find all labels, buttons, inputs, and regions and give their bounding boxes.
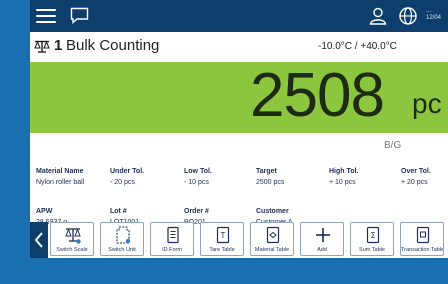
material-table-button[interactable]: Material Table [250,222,294,256]
target-label: Target [256,168,277,175]
transaction-table-icon [416,226,430,244]
unit-icon [116,226,131,244]
apw-label: APW [36,208,53,215]
scale-number: 1 [54,37,63,54]
clock-time: ... [426,8,432,14]
balance-scale-icon [34,40,50,53]
id-form-button[interactable]: ID Form [150,222,194,256]
id-form-label: ID Form [162,247,182,253]
bottom-frame [30,258,448,284]
customer-label: Customer [256,208,289,215]
tare-table-label: Tare Table [209,247,235,253]
switch-scale-button[interactable]: Switch Scale [50,222,94,256]
temperature-range: -10.0°C / +40.0°C [318,41,397,52]
weight-value: 2508 [250,62,385,130]
transaction-table-button[interactable]: Transaction Table [400,222,444,256]
top-bar: ... 12/04 [30,0,448,32]
plus-icon [316,228,330,242]
weight-unit: pc [412,88,442,119]
clock-date: 12/04 [426,15,442,21]
material-name-value: Nylon roller ball [36,179,85,186]
scale-icon [65,228,81,244]
add-label: Add [317,247,327,253]
target-value: 2500 pcs [256,179,285,186]
transaction-table-label: Transaction Table [401,247,443,253]
back-button[interactable] [30,222,48,258]
switch-scale-label: Switch Scale [56,247,88,253]
high-tol-value: + 10 pcs [329,179,356,186]
switch-unit-button[interactable]: Switch Unit [100,222,144,256]
clock-readout: ... 12/04 [426,8,441,22]
scale-title-bar: 1 Bulk Counting -10.0°C / +40.0°C [30,32,448,60]
lot-label: Lot # [110,208,127,215]
message-icon[interactable] [70,7,89,24]
application-title: Bulk Counting [66,37,160,54]
low-tol-value: - 10 pcs [184,179,209,186]
tare-table-button[interactable]: T Tare Table [200,222,244,256]
user-icon[interactable] [368,6,388,26]
globe-icon[interactable] [398,6,418,26]
form-icon [167,226,179,244]
order-label: Order # [184,208,209,215]
high-tol-label: High Tol. [329,168,359,175]
sum-table-button[interactable]: Σ Sum Table [350,222,394,256]
over-tol-label: Over Tol. [401,168,431,175]
switch-unit-label: Switch Unit [108,247,136,253]
low-tol-label: Low Tol. [184,168,212,175]
terminal-screen: ... 12/04 1 Bulk Counting -10.0°C / +40.… [30,0,448,258]
material-table-label: Material Table [254,247,290,253]
sum-table-label: Sum Table [359,247,385,253]
svg-text:Σ: Σ [370,231,375,240]
svg-text:T: T [221,231,226,240]
menu-icon[interactable] [36,9,56,23]
sum-table-icon: Σ [366,226,380,244]
weight-display: 2508 pc [30,62,448,133]
under-tol-label: Under Tol. [110,168,145,175]
chevron-left-icon [34,232,43,248]
under-tol-value: - 20 pcs [110,179,135,186]
over-tol-value: + 20 pcs [401,179,428,186]
softkey-bar: Switch Scale Switch Unit ID Form T Tare … [50,222,448,258]
material-table-icon [266,226,280,244]
tare-table-icon: T [216,226,230,244]
gross-net-mode: B/G [384,140,402,151]
add-button[interactable]: Add [300,222,344,256]
material-name-label: Material Name [36,168,84,175]
